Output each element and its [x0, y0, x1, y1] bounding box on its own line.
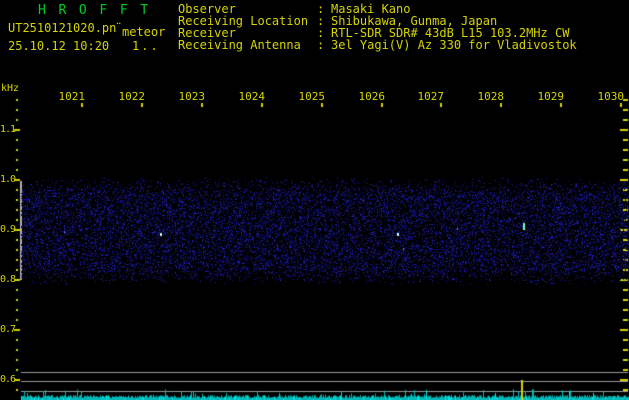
- x-axis-tick-label: 1029: [537, 90, 565, 103]
- x-axis-tick-label: 1027: [417, 90, 445, 103]
- y-axis-tick-label: 0.7: [0, 324, 16, 335]
- output-filename: UT2510121020.pn: [8, 21, 117, 35]
- minute-counter: 1..: [132, 39, 160, 53]
- x-axis-tick-label: 1021: [58, 90, 86, 103]
- observation-name: meteor: [122, 25, 166, 39]
- spectrogram-canvas: [0, 0, 629, 400]
- x-axis-tick-label: 1030: [597, 90, 625, 103]
- y-axis-unit: kHz: [1, 83, 20, 94]
- y-axis-tick-label: 1.1: [0, 124, 16, 135]
- y-axis-tick-label: 0.8: [0, 274, 16, 285]
- y-axis-tick-label: 0.6: [0, 374, 16, 385]
- x-axis-tick-label: 1022: [118, 90, 146, 103]
- y-axis-tick-label: 0.9: [0, 224, 16, 235]
- y-axis-tick-label: 1.0: [0, 174, 16, 185]
- x-axis-tick-label: 1028: [477, 90, 505, 103]
- app-title: H R O F F T: [38, 3, 151, 18]
- x-axis-tick-label: 1026: [358, 90, 386, 103]
- x-axis-tick-label: 1023: [178, 90, 206, 103]
- info-separator: :: [317, 38, 325, 52]
- date-time: 25.10.12 10:20: [8, 39, 110, 53]
- x-axis-tick-label: 1024: [238, 90, 266, 103]
- hrofft-output-screen: H R O F F T UT2510121020.pn ¨ meteor 25.…: [0, 0, 629, 400]
- x-axis-tick-label: 1025: [298, 90, 326, 103]
- info-value: 3el Yagi(V) Az 330 for Vladivostok: [331, 38, 577, 52]
- info-label: Receiving Antenna: [178, 38, 301, 52]
